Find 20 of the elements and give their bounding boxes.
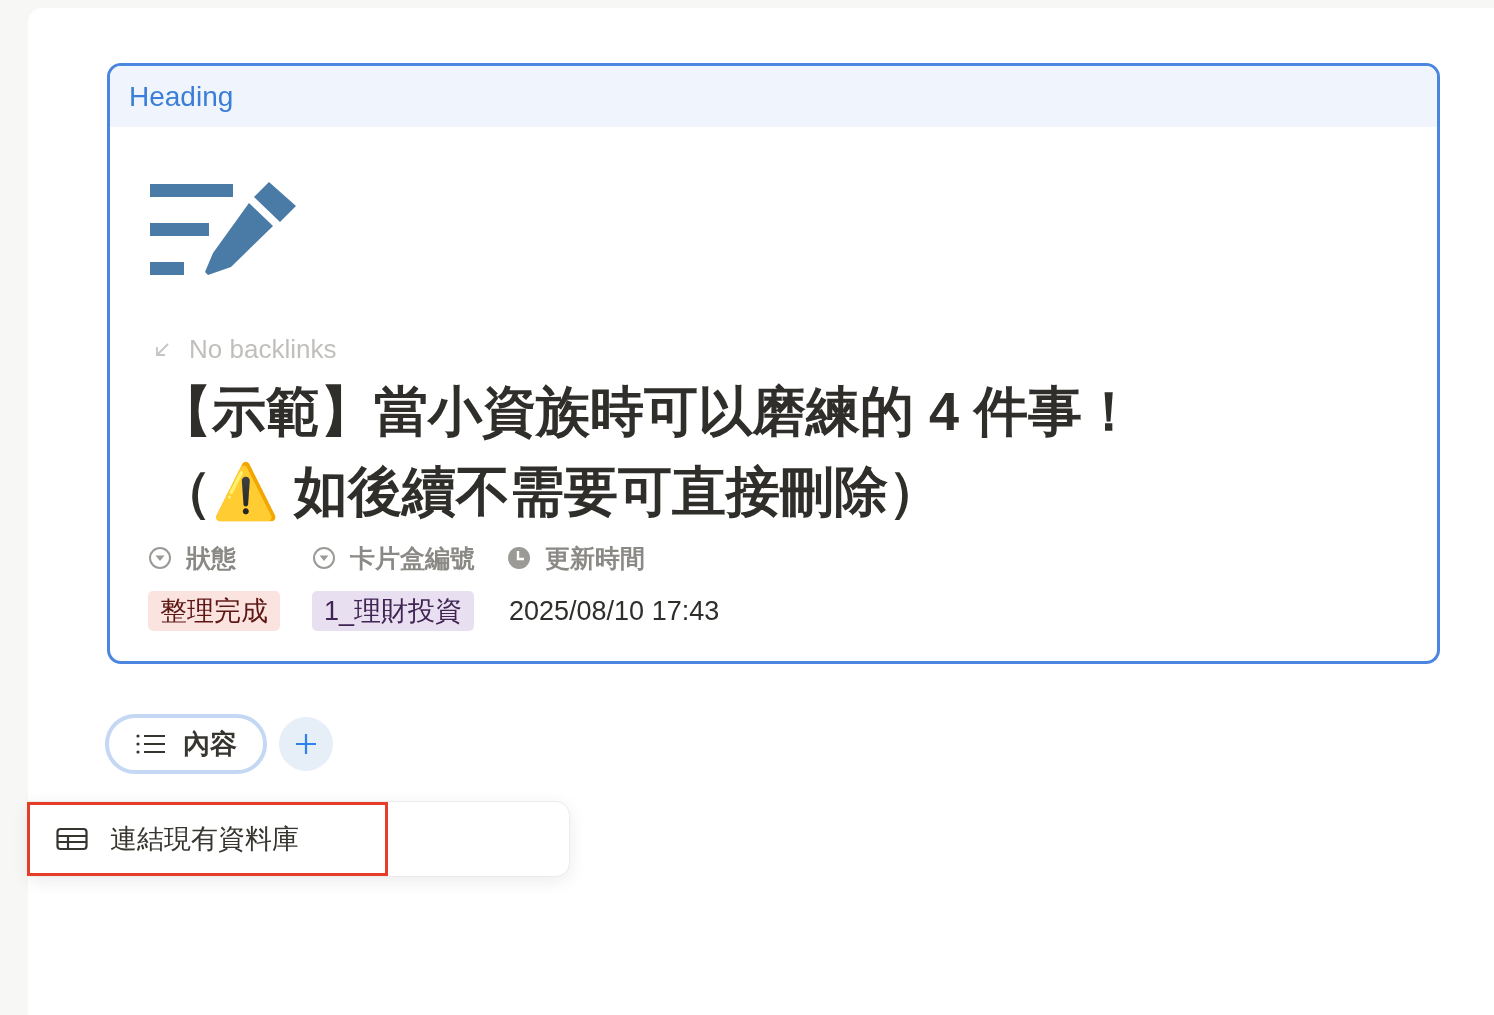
property-label: 狀態	[186, 542, 236, 574]
property-tag: 整理完成	[148, 591, 280, 631]
property-label: 更新時間	[545, 542, 645, 574]
dropdown-icon	[312, 546, 336, 570]
property-value: 2025/08/10 17:43	[508, 595, 720, 628]
clock-icon	[507, 546, 531, 570]
page-title: 【示範】當小資族時可以磨練的 4 件事！（⚠ 如後續不需要可直接刪除）	[158, 380, 1138, 524]
table-icon	[56, 827, 88, 851]
property-label: 卡片盒編號	[350, 542, 475, 574]
dropdown-icon	[148, 546, 172, 570]
backlinks-text: No backlinks	[189, 334, 337, 365]
notes-pencil-icon	[150, 182, 296, 276]
plus-icon	[294, 732, 318, 756]
arrow-icon	[153, 340, 171, 359]
block-heading: Heading	[129, 80, 234, 113]
add-button[interactable]	[279, 717, 333, 771]
property-tag: 1_理財投資	[312, 591, 475, 631]
menu-item[interactable]: 連結現有資料庫	[27, 802, 388, 876]
list-icon	[135, 733, 167, 755]
view-tab[interactable]: 內容	[105, 714, 267, 774]
